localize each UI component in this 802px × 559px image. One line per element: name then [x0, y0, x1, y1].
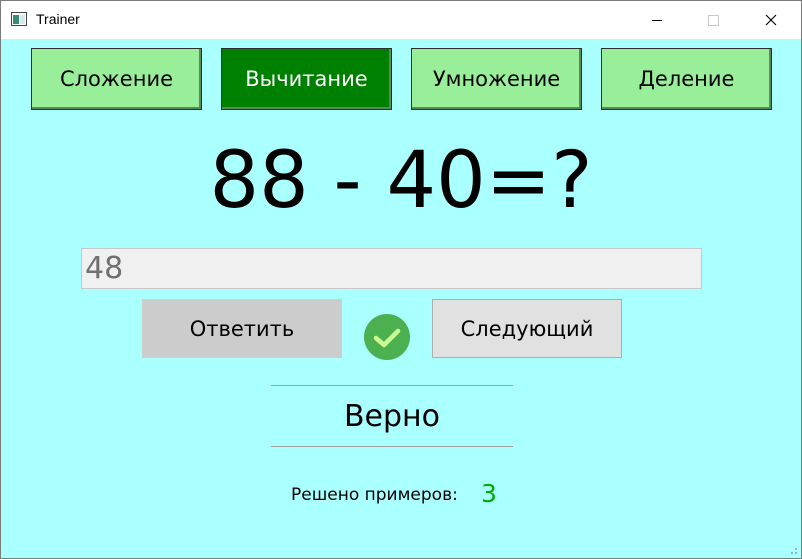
answer-input[interactable]: 48 [81, 248, 702, 289]
resize-grip-icon[interactable] [788, 545, 798, 555]
solved-count: 3 [481, 479, 497, 508]
close-icon [765, 14, 777, 26]
next-button[interactable]: Следующий [432, 299, 622, 358]
close-button[interactable] [748, 1, 794, 39]
solved-label: Решено примеров: [291, 485, 458, 505]
minimize-icon [652, 20, 662, 21]
maximize-icon [708, 15, 719, 26]
tab-subtraction[interactable]: Вычитание [221, 48, 392, 110]
tab-multiplication[interactable]: Умножение [411, 48, 582, 110]
result-text: Верно [271, 385, 513, 447]
check-icon [364, 314, 410, 360]
trainer-window: Trainer Сложение Вычитание Умножение Дел… [0, 0, 802, 559]
question-text: 88 - 40=? [209, 136, 593, 226]
app-icon [11, 12, 27, 26]
title-bar[interactable]: Trainer [1, 1, 801, 39]
maximize-button[interactable] [690, 1, 736, 39]
window-title: Trainer [36, 11, 80, 27]
tab-addition[interactable]: Сложение [31, 48, 202, 110]
answer-button[interactable]: Ответить [142, 299, 342, 358]
minimize-button[interactable] [634, 1, 680, 39]
tab-division[interactable]: Деление [601, 48, 772, 110]
